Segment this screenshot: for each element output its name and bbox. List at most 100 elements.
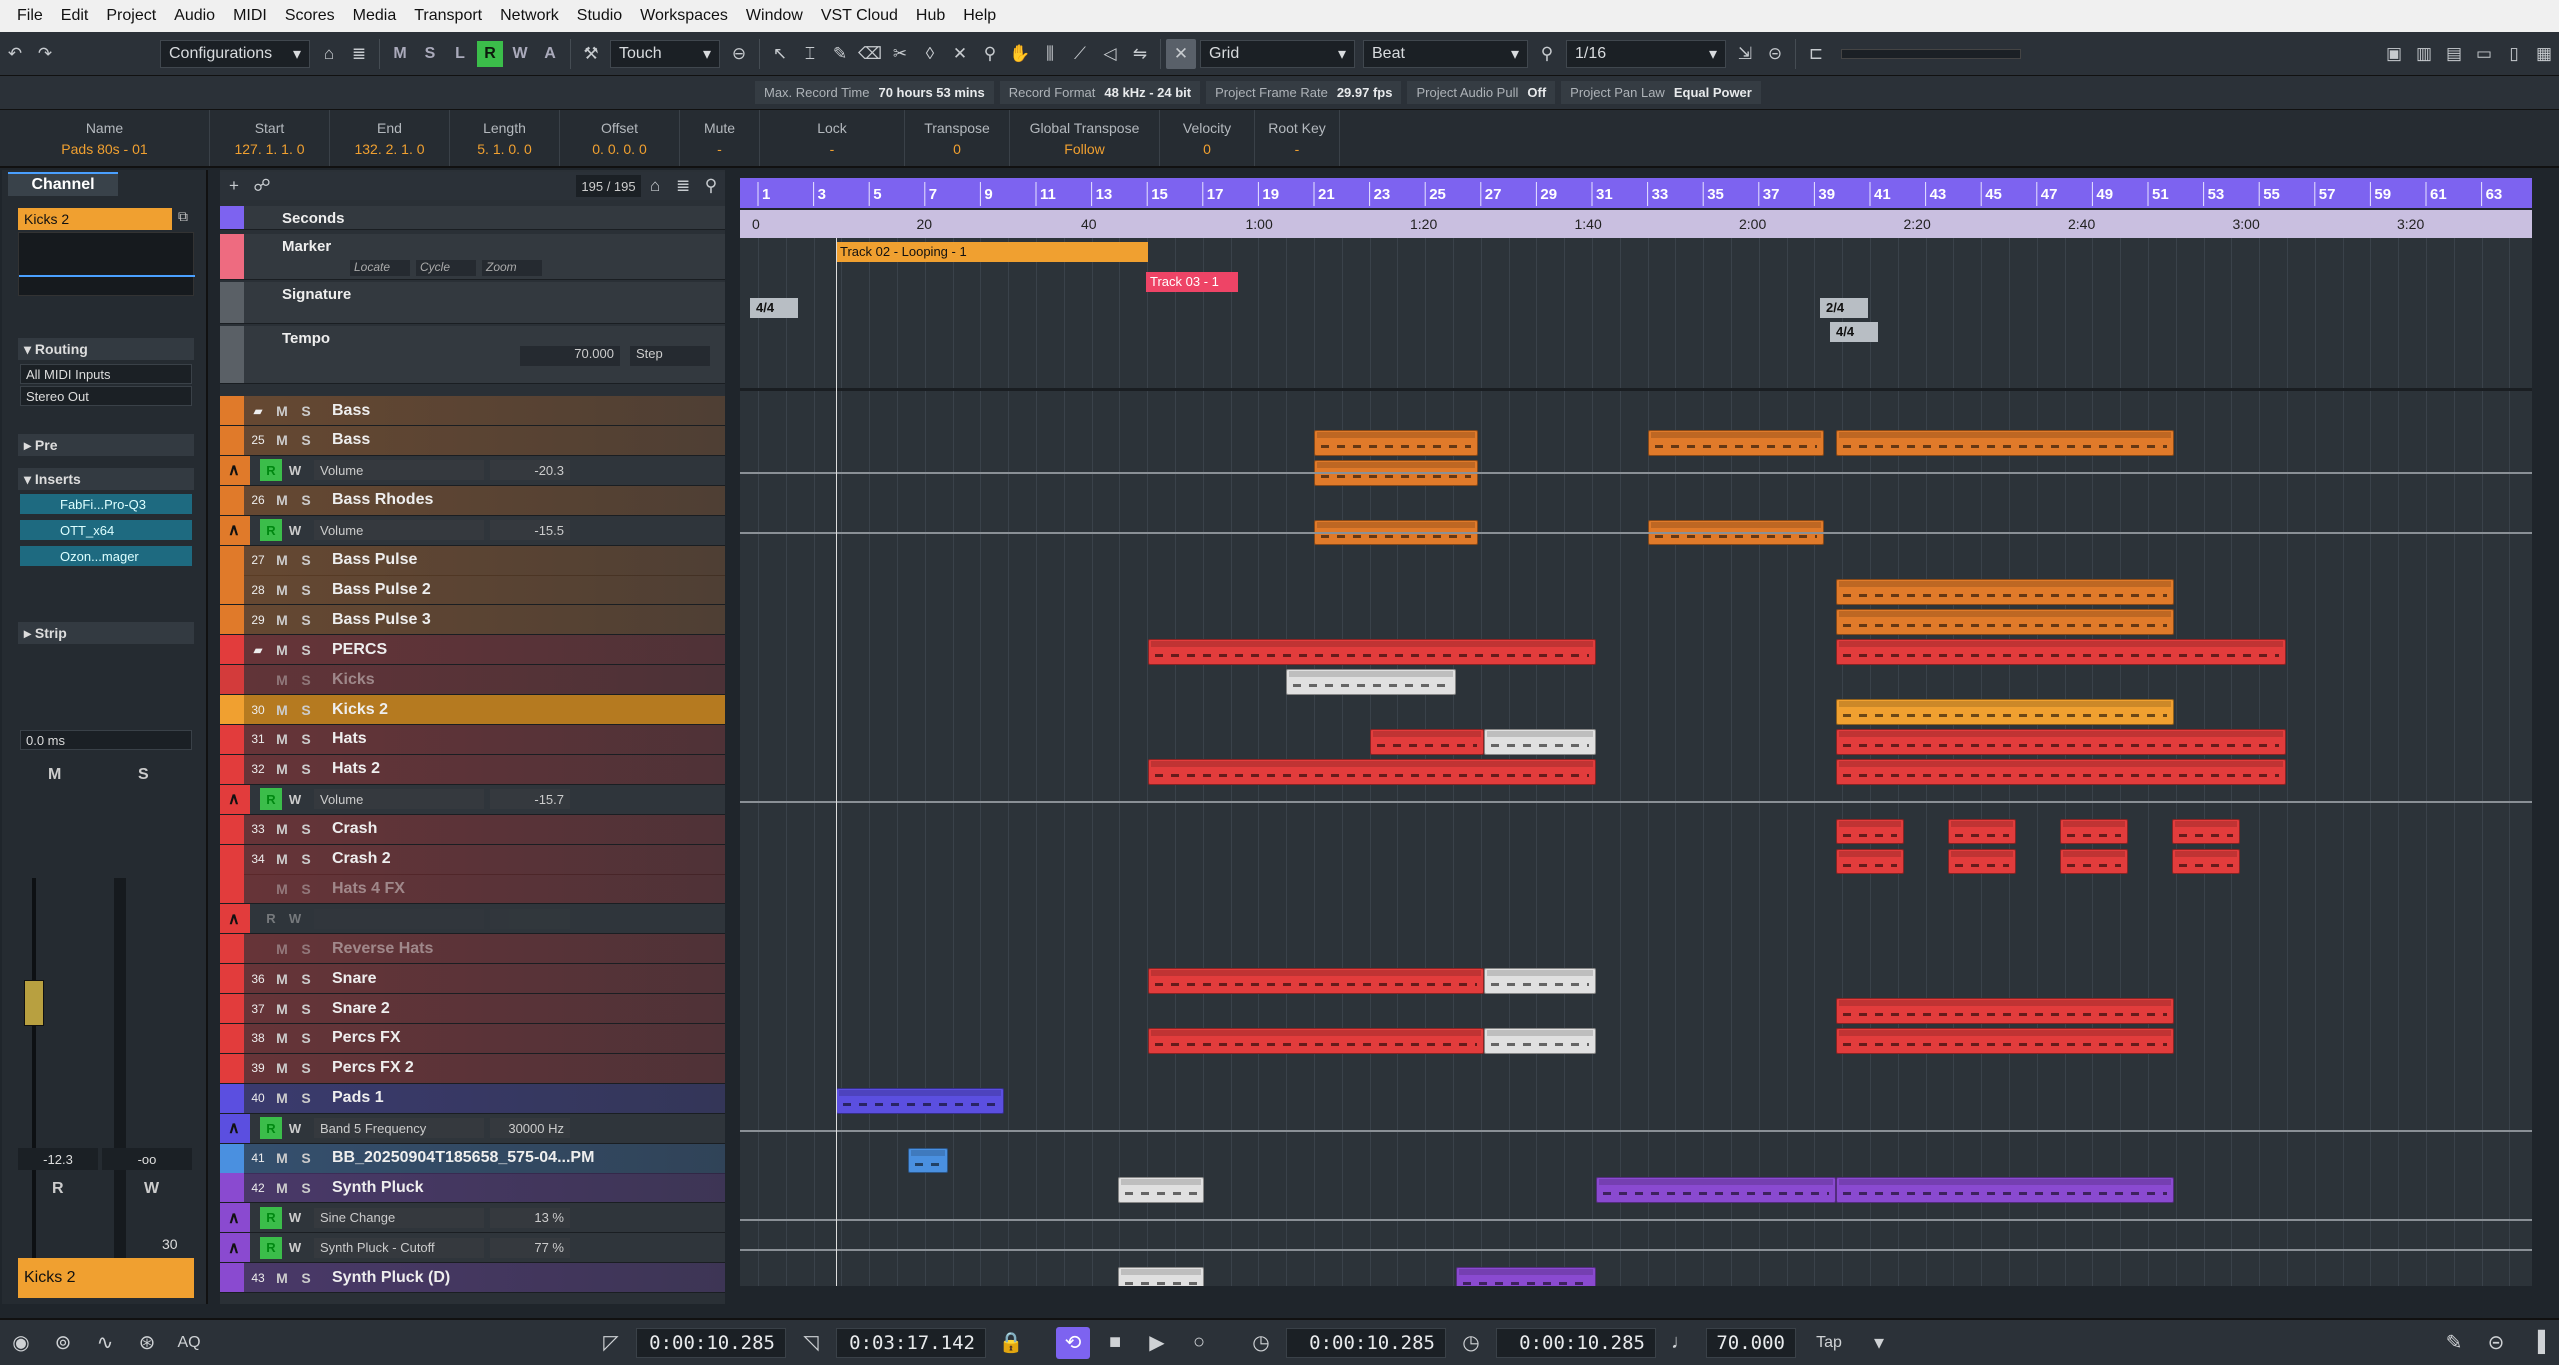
automation-lane[interactable]: ∧ R W Volume -15.7 [220, 784, 725, 815]
automation-value[interactable] [490, 908, 570, 929]
marker-icon[interactable]: ▐ [2521, 1327, 2555, 1359]
track-row[interactable]: 34 M S Crash 2 [220, 844, 725, 875]
mute-button[interactable]: M [270, 1027, 294, 1049]
track-name[interactable]: Bass Pulse [332, 551, 417, 569]
automation-lane[interactable]: ∧ R W Synth Pluck - Cutoff 77 % [220, 1233, 725, 1264]
automation-lane[interactable]: ∧ R W Volume -15.5 [220, 515, 725, 546]
marker-cycle-dropdown[interactable]: Cycle [416, 260, 476, 276]
solo-button[interactable]: S [294, 998, 318, 1020]
automation-value[interactable]: 77 % [490, 1237, 570, 1258]
solo-button[interactable]: S [294, 1087, 318, 1109]
right-locator-time[interactable]: 0:03:17.142 [836, 1327, 986, 1358]
event-part[interactable] [1370, 728, 1484, 755]
status-value[interactable]: Off [1527, 81, 1556, 104]
write-automation-button[interactable]: W [284, 1117, 306, 1139]
info-value[interactable]: - [717, 141, 722, 157]
automation-parameter-dropdown[interactable]: Volume [314, 460, 484, 481]
primary-time-icon[interactable]: ◷ [1244, 1327, 1278, 1359]
draw-tool-icon[interactable]: ✎ [825, 39, 855, 69]
track-name[interactable]: Synth Pluck (D) [332, 1269, 450, 1287]
settings-icon[interactable]: ⊖ [724, 39, 754, 69]
ruler-track-seconds[interactable]: Seconds [220, 206, 725, 230]
list-icon[interactable]: ≣ [344, 39, 374, 69]
track-name[interactable]: Reverse Hats [332, 940, 433, 958]
info-value[interactable]: 0. 0. 0. 0 [592, 141, 646, 157]
track-delay[interactable]: 0.0 ms [20, 730, 192, 750]
track-name[interactable]: Snare [332, 970, 376, 988]
read-automation-button[interactable]: R [260, 459, 282, 482]
menu-file[interactable]: File [8, 7, 52, 25]
touch-mode-icon[interactable]: ⚒ [576, 39, 606, 69]
fader-value[interactable]: -12.3 [18, 1148, 98, 1170]
event-part[interactable] [1118, 1177, 1204, 1204]
event-part[interactable] [1148, 639, 1596, 666]
mute-button[interactable]: M [270, 998, 294, 1020]
bar-ruler[interactable]: 1 3 5 7 9 11 13 15 17 19 21 23 25 27 29 31 33 35 37 39 41 43 4… [740, 178, 2532, 208]
mute-button[interactable]: M [270, 549, 294, 571]
track-row[interactable]: 39 M S Percs FX 2 [220, 1053, 725, 1084]
track-name[interactable]: Bass Pulse 3 [332, 611, 431, 629]
read-automation-button[interactable]: R [260, 1117, 282, 1140]
info-value[interactable]: Pads 80s - 01 [61, 141, 147, 157]
solo-button[interactable]: S [294, 728, 318, 750]
tempo-mode-dropdown[interactable]: Step [630, 346, 710, 366]
inspector-bottom-name[interactable]: Kicks 2 [18, 1258, 194, 1298]
track-row[interactable]: 43 M S Synth Pluck (D) [220, 1263, 725, 1294]
mute-button[interactable]: M [270, 818, 294, 840]
event-part[interactable] [2060, 818, 2128, 845]
info-lock[interactable]: Lock - [760, 110, 905, 166]
tempo-icon[interactable]: ♩ [1664, 1327, 1698, 1359]
track-row[interactable]: 41 M S BB_20250904T185658_575-04...PM [220, 1143, 725, 1174]
automation-curve[interactable] [740, 531, 2532, 534]
solo-button[interactable]: S [294, 1177, 318, 1199]
track-name[interactable]: Bass Pulse 2 [332, 581, 431, 599]
zoom-tool-icon[interactable]: ⚲ [975, 39, 1005, 69]
mute-button[interactable]: M [270, 878, 294, 900]
menu-media[interactable]: Media [344, 7, 406, 25]
menu-project[interactable]: Project [97, 7, 165, 25]
automation-parameter-dropdown[interactable]: Volume [314, 789, 484, 810]
event-part[interactable] [1836, 609, 2174, 636]
info-value[interactable]: Follow [1064, 141, 1104, 157]
automation-lane[interactable]: ∧ R W Band 5 Frequency 30000 Hz [220, 1113, 725, 1144]
event-part[interactable] [1456, 1267, 1596, 1286]
mute-button[interactable]: M [270, 848, 294, 870]
quantize-dropdown[interactable]: 1/16 ▾ [1566, 39, 1726, 68]
write-automation-button[interactable]: W [284, 908, 306, 930]
secondary-time-icon[interactable]: ◷ [1454, 1327, 1488, 1359]
menu-scores[interactable]: Scores [276, 7, 344, 25]
event-part[interactable] [1148, 758, 1596, 785]
event-part[interactable] [836, 1087, 1004, 1114]
solo-button[interactable]: S [294, 1267, 318, 1289]
info-velocity[interactable]: Velocity 0 [1160, 110, 1255, 166]
solo-button[interactable]: S [294, 968, 318, 990]
write-automation-button[interactable]: W [284, 1237, 306, 1259]
range-tool-icon[interactable]: ⌶ [795, 39, 825, 69]
event-part[interactable] [1836, 818, 1904, 845]
play-icon[interactable]: ▶ [1140, 1327, 1174, 1359]
mute-button[interactable]: M [270, 1147, 294, 1169]
solo-button[interactable]: S [294, 549, 318, 571]
status-value[interactable]: 29.97 fps [1336, 81, 1402, 104]
event-part[interactable] [2172, 818, 2240, 845]
solo-button[interactable]: S [294, 1027, 318, 1049]
track-name[interactable]: Hats [332, 730, 367, 748]
track-name[interactable]: Percs FX 2 [332, 1059, 414, 1077]
ruler-track-signature[interactable]: Signature [220, 282, 725, 324]
track-row[interactable]: 40 M S Pads 1 [220, 1083, 725, 1114]
info-value[interactable]: 127. 1. 1. 0 [234, 141, 304, 157]
window-layout-icon-5[interactable]: ▯ [2499, 39, 2529, 69]
pre-section[interactable]: ▸ Pre [18, 434, 194, 456]
tap-button[interactable]: Tap [1804, 1327, 1854, 1359]
stop-icon[interactable]: ■ [1098, 1327, 1132, 1359]
automation-parameter-dropdown[interactable] [314, 908, 484, 929]
aq-button[interactable]: AQ [172, 1327, 206, 1359]
arrange-window[interactable]: Track 02 - Looping - 1 Track 03 - 1 4/4 2/4… [740, 238, 2532, 1286]
event-part[interactable] [1836, 699, 2174, 725]
track-row[interactable]: 31 M S Hats [220, 724, 725, 755]
mute-tool-icon[interactable]: ✕ [945, 39, 975, 69]
solo-button[interactable]: S [294, 848, 318, 870]
track-name[interactable]: Bass [332, 431, 370, 449]
menu-edit[interactable]: Edit [52, 7, 98, 25]
event-part[interactable] [1836, 1177, 2174, 1204]
